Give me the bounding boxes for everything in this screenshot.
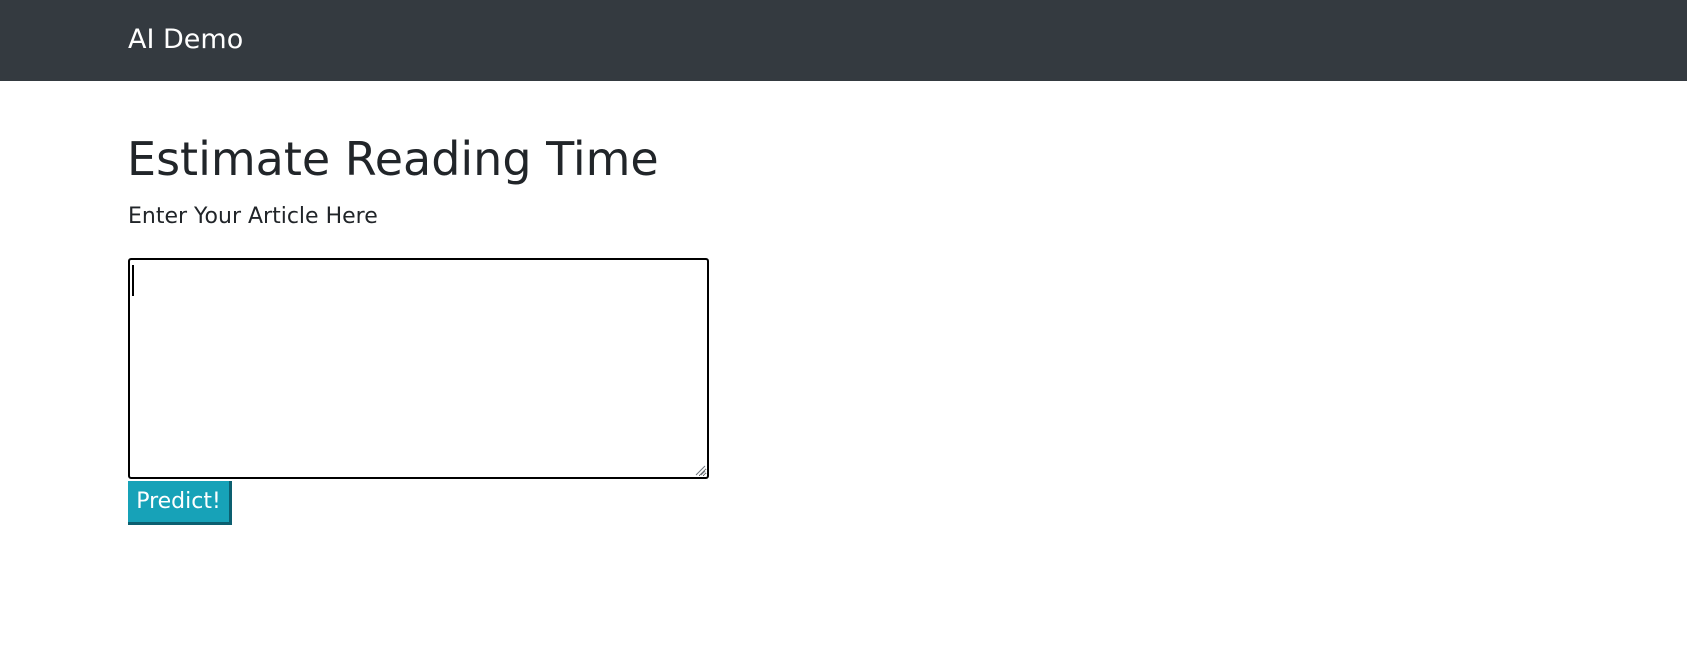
article-label: Enter Your Article Here [128, 204, 378, 229]
brand-link[interactable]: AI Demo [128, 22, 243, 58]
top-navbar: AI Demo [0, 0, 1687, 81]
predict-button[interactable]: Predict! [128, 481, 232, 525]
page-title: Estimate Reading Time [127, 132, 659, 186]
text-cursor [132, 265, 134, 296]
resize-handle-icon[interactable] [694, 464, 706, 476]
article-textarea[interactable] [128, 258, 709, 479]
